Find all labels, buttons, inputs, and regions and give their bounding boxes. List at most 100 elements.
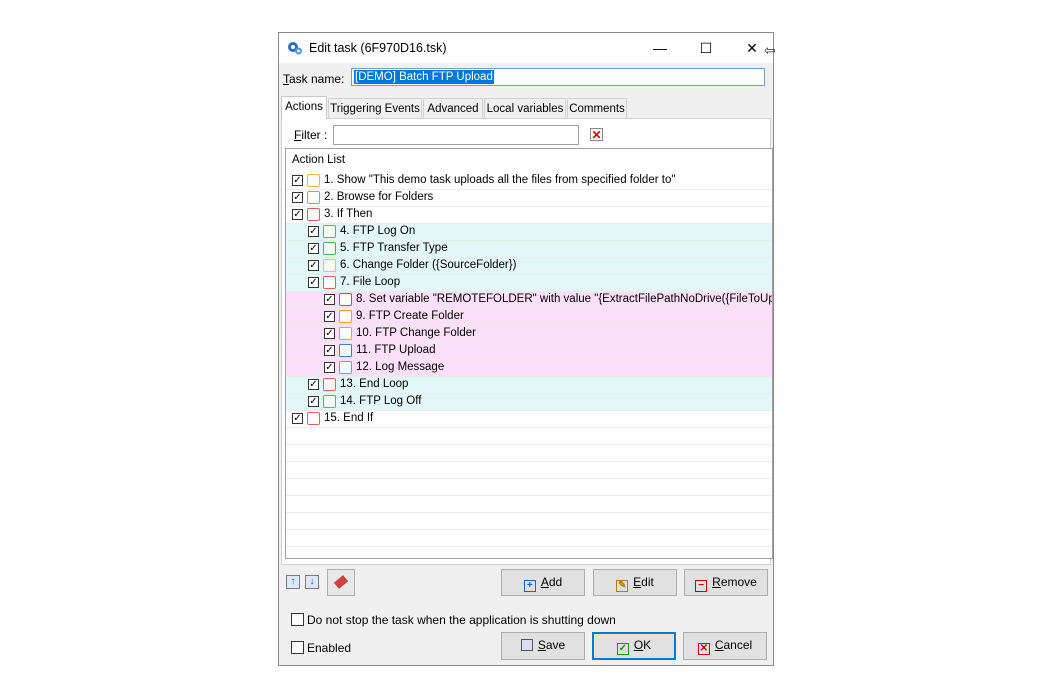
cancel-button[interactable]: ✕ Cancel [683, 632, 767, 660]
action-row-text: 7. File Loop [340, 276, 401, 288]
transfer-type-icon [323, 242, 336, 255]
action-enabled-checkbox[interactable]: ✓ [308, 396, 319, 407]
if-branch-icon [307, 208, 320, 221]
enabled-checkbox[interactable] [291, 641, 304, 654]
action-row-text: 11. FTP Upload [356, 344, 436, 356]
action-row[interactable]: ✓ 8. Set variable "REMOTEFOLDER" with val… [286, 292, 772, 309]
ftp-logon-icon [323, 225, 336, 238]
task-name-input[interactable]: [DEMO] Batch FTP Upload [351, 68, 765, 86]
action-row-text: 15. End If [324, 412, 374, 424]
action-row[interactable]: ✓ 11. FTP Upload [286, 343, 772, 360]
tab-actions[interactable]: Actions [281, 96, 327, 119]
enabled-label: Enabled [307, 641, 352, 655]
window-title: Edit task (6F970D16.tsk) [309, 41, 447, 55]
dont-stop-label: Do not stop the task when the applicatio… [307, 613, 616, 627]
action-enabled-checkbox[interactable]: ✓ [308, 243, 319, 254]
task-name-value: [DEMO] Batch FTP Upload [354, 70, 494, 84]
ok-button[interactable]: ✓ OK [592, 632, 676, 660]
remove-button[interactable]: − Remove [684, 569, 768, 596]
action-list[interactable]: Action List ✓ 1. Show "This demo task upl… [285, 148, 773, 559]
action-row-text: 5. FTP Transfer Type [340, 242, 448, 254]
actions-panel: Filter : ✕ Action List ✓ 1. Show "This de… [281, 118, 773, 565]
cursor-arrow-icon: ⇦ [764, 42, 776, 58]
maximize-button[interactable]: ☐ [683, 33, 729, 63]
empty-row [286, 479, 772, 496]
save-disk-icon [520, 639, 533, 651]
action-row-text: 1. Show "This demo task uploads all the … [324, 174, 676, 186]
clear-eraser-button[interactable] [327, 569, 355, 596]
empty-row [286, 496, 772, 513]
action-enabled-checkbox[interactable]: ✓ [292, 175, 303, 186]
action-row[interactable]: ✓ 4. FTP Log On [286, 224, 772, 241]
action-row[interactable]: ✓ 1. Show "This demo task uploads all the… [286, 173, 772, 190]
action-row[interactable]: ✓ 12. Log Message [286, 360, 772, 377]
end-if-icon [307, 412, 320, 425]
action-row[interactable]: ✓ 3. If Then [286, 207, 772, 224]
action-row[interactable]: ✓ 15. End If [286, 411, 772, 428]
add-button[interactable]: + Add [501, 569, 585, 596]
task-name-label: Task name: [283, 72, 345, 86]
tab-comments[interactable]: Comments [567, 98, 627, 118]
dont-stop-checkbox[interactable] [291, 613, 304, 626]
action-enabled-checkbox[interactable]: ✓ [324, 345, 335, 356]
action-enabled-checkbox[interactable]: ✓ [308, 260, 319, 271]
filter-input[interactable] [333, 125, 579, 145]
action-enabled-checkbox[interactable]: ✓ [324, 362, 335, 373]
action-enabled-checkbox[interactable]: ✓ [324, 294, 335, 305]
action-row[interactable]: ✓ 7. File Loop [286, 275, 772, 292]
variable-icon [339, 293, 352, 306]
action-enabled-checkbox[interactable]: ✓ [292, 192, 303, 203]
save-button[interactable]: Save [501, 632, 585, 660]
action-row-text: 4. FTP Log On [340, 225, 416, 237]
empty-row [286, 547, 772, 558]
action-row[interactable]: ✓ 14. FTP Log Off [286, 394, 772, 411]
action-list-header: Action List [292, 154, 346, 166]
action-row[interactable]: ✓ 2. Browse for Folders [286, 190, 772, 207]
action-enabled-checkbox[interactable]: ✓ [308, 277, 319, 288]
folder-icon [323, 259, 336, 272]
action-row[interactable]: ✓ 6. Change Folder ({SourceFolder}) [286, 258, 772, 275]
tab-triggering-events[interactable]: Triggering Events [328, 98, 422, 118]
action-row-text: 14. FTP Log Off [340, 395, 422, 407]
tab-advanced[interactable]: Advanced [423, 98, 483, 118]
loop-icon [323, 276, 336, 289]
ftp-logoff-icon [323, 395, 336, 408]
action-row[interactable]: ✓ 9. FTP Create Folder [286, 309, 772, 326]
action-row-text: 6. Change Folder ({SourceFolder}) [340, 259, 517, 271]
filter-label: Filter : [294, 128, 328, 142]
log-icon [339, 361, 352, 374]
action-enabled-checkbox[interactable]: ✓ [308, 379, 319, 390]
action-row-text: 10. FTP Change Folder [356, 327, 476, 339]
action-list-rows: ✓ 1. Show "This demo task uploads all the… [286, 173, 772, 558]
add-icon: + [523, 580, 536, 592]
title-bar: Edit task (6F970D16.tsk) — ☐ ✕ [279, 33, 773, 63]
action-row[interactable]: ✓ 5. FTP Transfer Type [286, 241, 772, 258]
action-row-text: 9. FTP Create Folder [356, 310, 464, 322]
browse-folder-icon [307, 191, 320, 204]
end-loop-icon [323, 378, 336, 391]
app-gears-icon [288, 42, 302, 55]
action-enabled-checkbox[interactable]: ✓ [308, 226, 319, 237]
move-up-icon[interactable]: ↑ [286, 575, 300, 589]
clear-filter-icon[interactable]: ✕ [590, 128, 603, 141]
move-down-icon[interactable]: ↓ [305, 575, 319, 589]
action-row[interactable]: ✓ 10. FTP Change Folder [286, 326, 772, 343]
minimize-button[interactable]: — [637, 33, 683, 63]
upload-icon [339, 344, 352, 357]
action-enabled-checkbox[interactable]: ✓ [324, 311, 335, 322]
checkmark-icon: ✓ [616, 643, 629, 655]
tab-local-variables[interactable]: Local variables [484, 98, 566, 118]
remove-icon: − [695, 580, 708, 592]
action-row[interactable]: ✓ 13. End Loop [286, 377, 772, 394]
action-enabled-checkbox[interactable]: ✓ [292, 209, 303, 220]
edit-button[interactable]: ✎ Edit [593, 569, 677, 596]
action-enabled-checkbox[interactable]: ✓ [324, 328, 335, 339]
edit-icon: ✎ [616, 580, 629, 592]
action-enabled-checkbox[interactable]: ✓ [292, 413, 303, 424]
action-row-text: 2. Browse for Folders [324, 191, 434, 203]
action-row-text: 3. If Then [324, 208, 373, 220]
empty-row [286, 513, 772, 530]
edit-task-dialog: Edit task (6F970D16.tsk) — ☐ ✕ Task name… [278, 32, 774, 666]
message-icon [307, 174, 320, 187]
cancel-x-icon: ✕ [697, 643, 710, 655]
